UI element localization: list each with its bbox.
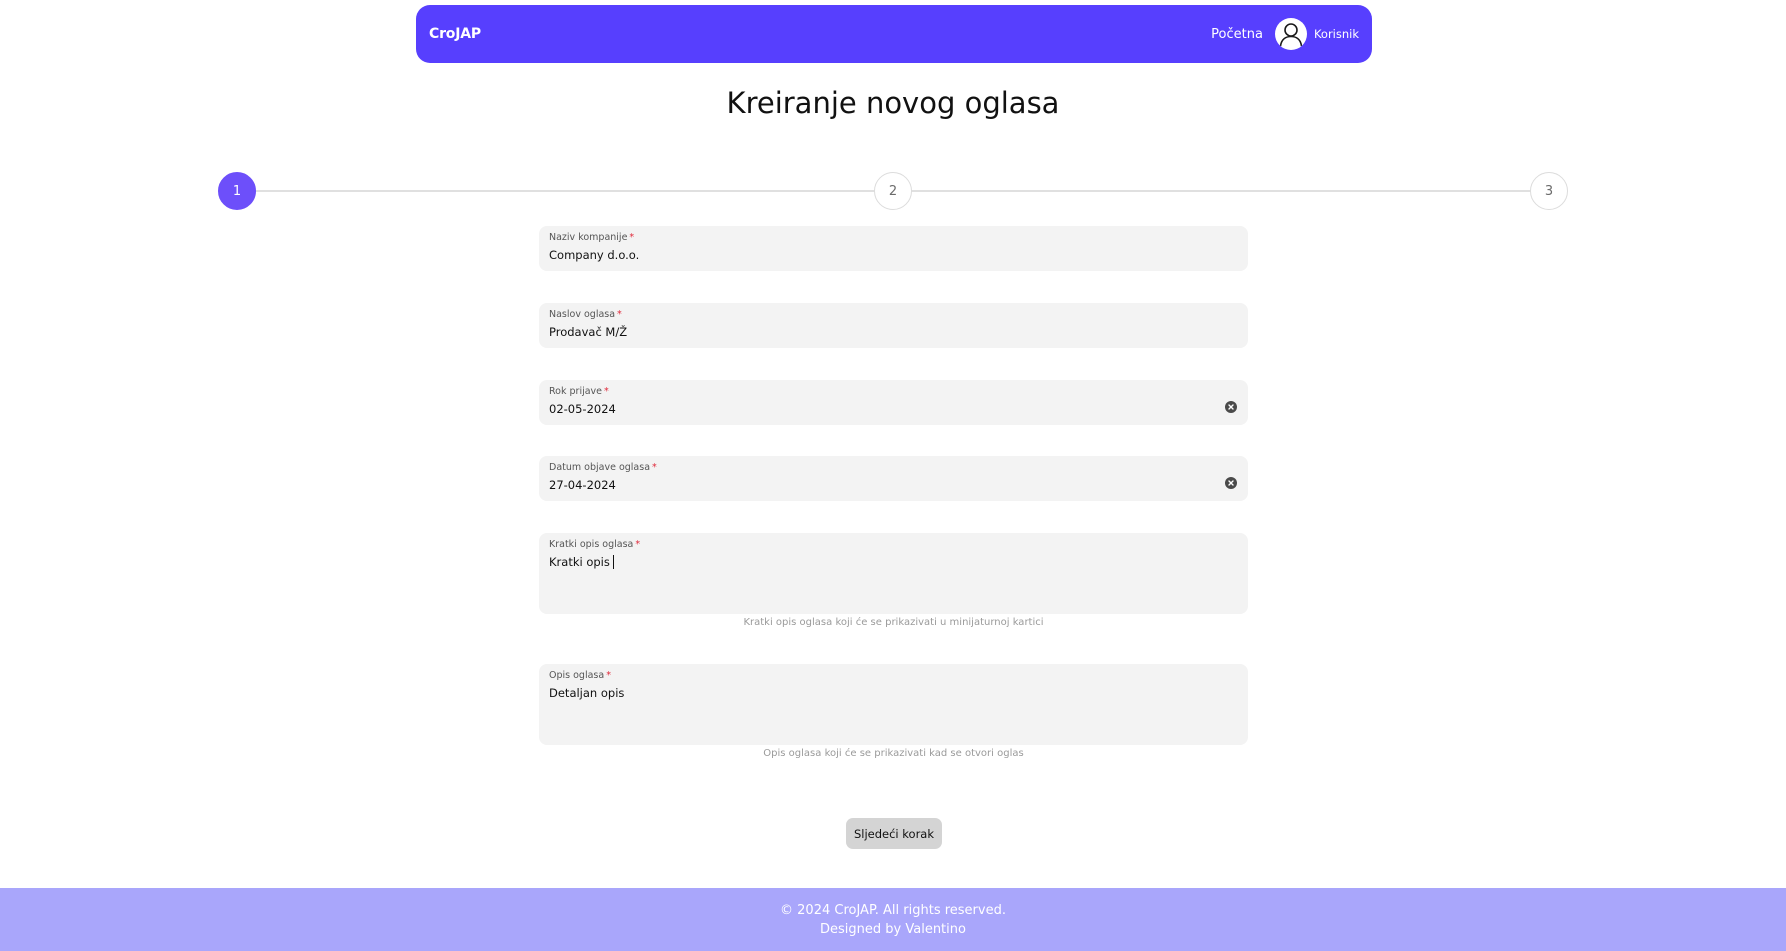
deadline-field[interactable]: Rok prijave * 02-05-2024 — [539, 380, 1248, 425]
user-name[interactable]: Korisnik — [1314, 27, 1359, 41]
ad-title-field[interactable]: Naslov oglasa * Prodavač M/Ž — [539, 303, 1248, 348]
company-name-label: Naziv kompanije * — [549, 232, 635, 243]
step-2[interactable]: 2 — [874, 172, 912, 210]
user-icon — [1279, 23, 1303, 47]
description-helper: Opis oglasa koji će se prikazivati kad s… — [763, 748, 1024, 759]
short-description-helper: Kratki opis oglasa koji će se prikazivat… — [743, 617, 1044, 628]
ad-title-value: Prodavač M/Ž — [549, 325, 628, 339]
deadline-value: 02-05-2024 — [549, 402, 616, 416]
publish-date-value: 27-04-2024 — [549, 478, 616, 492]
page-title: Kreiranje novog oglasa — [726, 86, 1060, 120]
text-caret — [612, 555, 614, 569]
required-mark: * — [617, 309, 622, 320]
company-name-field[interactable]: Naziv kompanije * Company d.o.o. — [539, 226, 1248, 271]
footer-copyright: © 2024 CroJAP. All rights reserved. — [780, 903, 1006, 918]
step-1[interactable]: 1 — [218, 172, 256, 210]
required-mark: * — [629, 232, 635, 243]
company-name-value: Company d.o.o. — [549, 248, 640, 262]
short-description-value: Kratki opis — [549, 555, 1238, 570]
brand-logo[interactable]: CroJAP — [429, 26, 481, 42]
description-textarea[interactable]: Opis oglasa * Detaljan opis — [539, 664, 1248, 745]
description-value: Detaljan opis — [549, 686, 625, 700]
page: CroJAP Početna Korisnik Kreiranje novog … — [0, 0, 1786, 951]
clear-circle-icon[interactable] — [1225, 401, 1237, 413]
publish-date-field[interactable]: Datum objave oglasa * 27-04-2024 — [539, 456, 1248, 501]
navbar: CroJAP Početna Korisnik — [416, 5, 1372, 63]
deadline-label: Rok prijave * — [549, 386, 609, 397]
avatar[interactable] — [1274, 18, 1307, 50]
short-description-textarea[interactable]: Kratki opis oglasa * Kratki opis — [539, 533, 1248, 614]
step-3[interactable]: 3 — [1530, 172, 1568, 210]
publish-date-label: Datum objave oglasa * — [549, 462, 657, 473]
next-step-button[interactable]: Sljedeći korak — [846, 818, 942, 849]
required-mark: * — [604, 386, 609, 397]
required-mark: * — [652, 462, 657, 473]
footer: © 2024 CroJAP. All rights reserved. Desi… — [0, 888, 1786, 951]
footer-designer: Designed by Valentino — [820, 922, 966, 937]
required-mark: * — [606, 670, 611, 681]
short-description-label: Kratki opis oglasa * — [549, 539, 641, 550]
nav-link-home[interactable]: Početna — [1211, 27, 1263, 42]
nav-right: Početna Korisnik — [1211, 18, 1359, 50]
ad-title-label: Naslov oglasa * — [549, 309, 622, 320]
description-label: Opis oglasa * — [549, 670, 611, 681]
required-mark: * — [635, 539, 641, 550]
clear-circle-icon[interactable] — [1225, 477, 1237, 489]
